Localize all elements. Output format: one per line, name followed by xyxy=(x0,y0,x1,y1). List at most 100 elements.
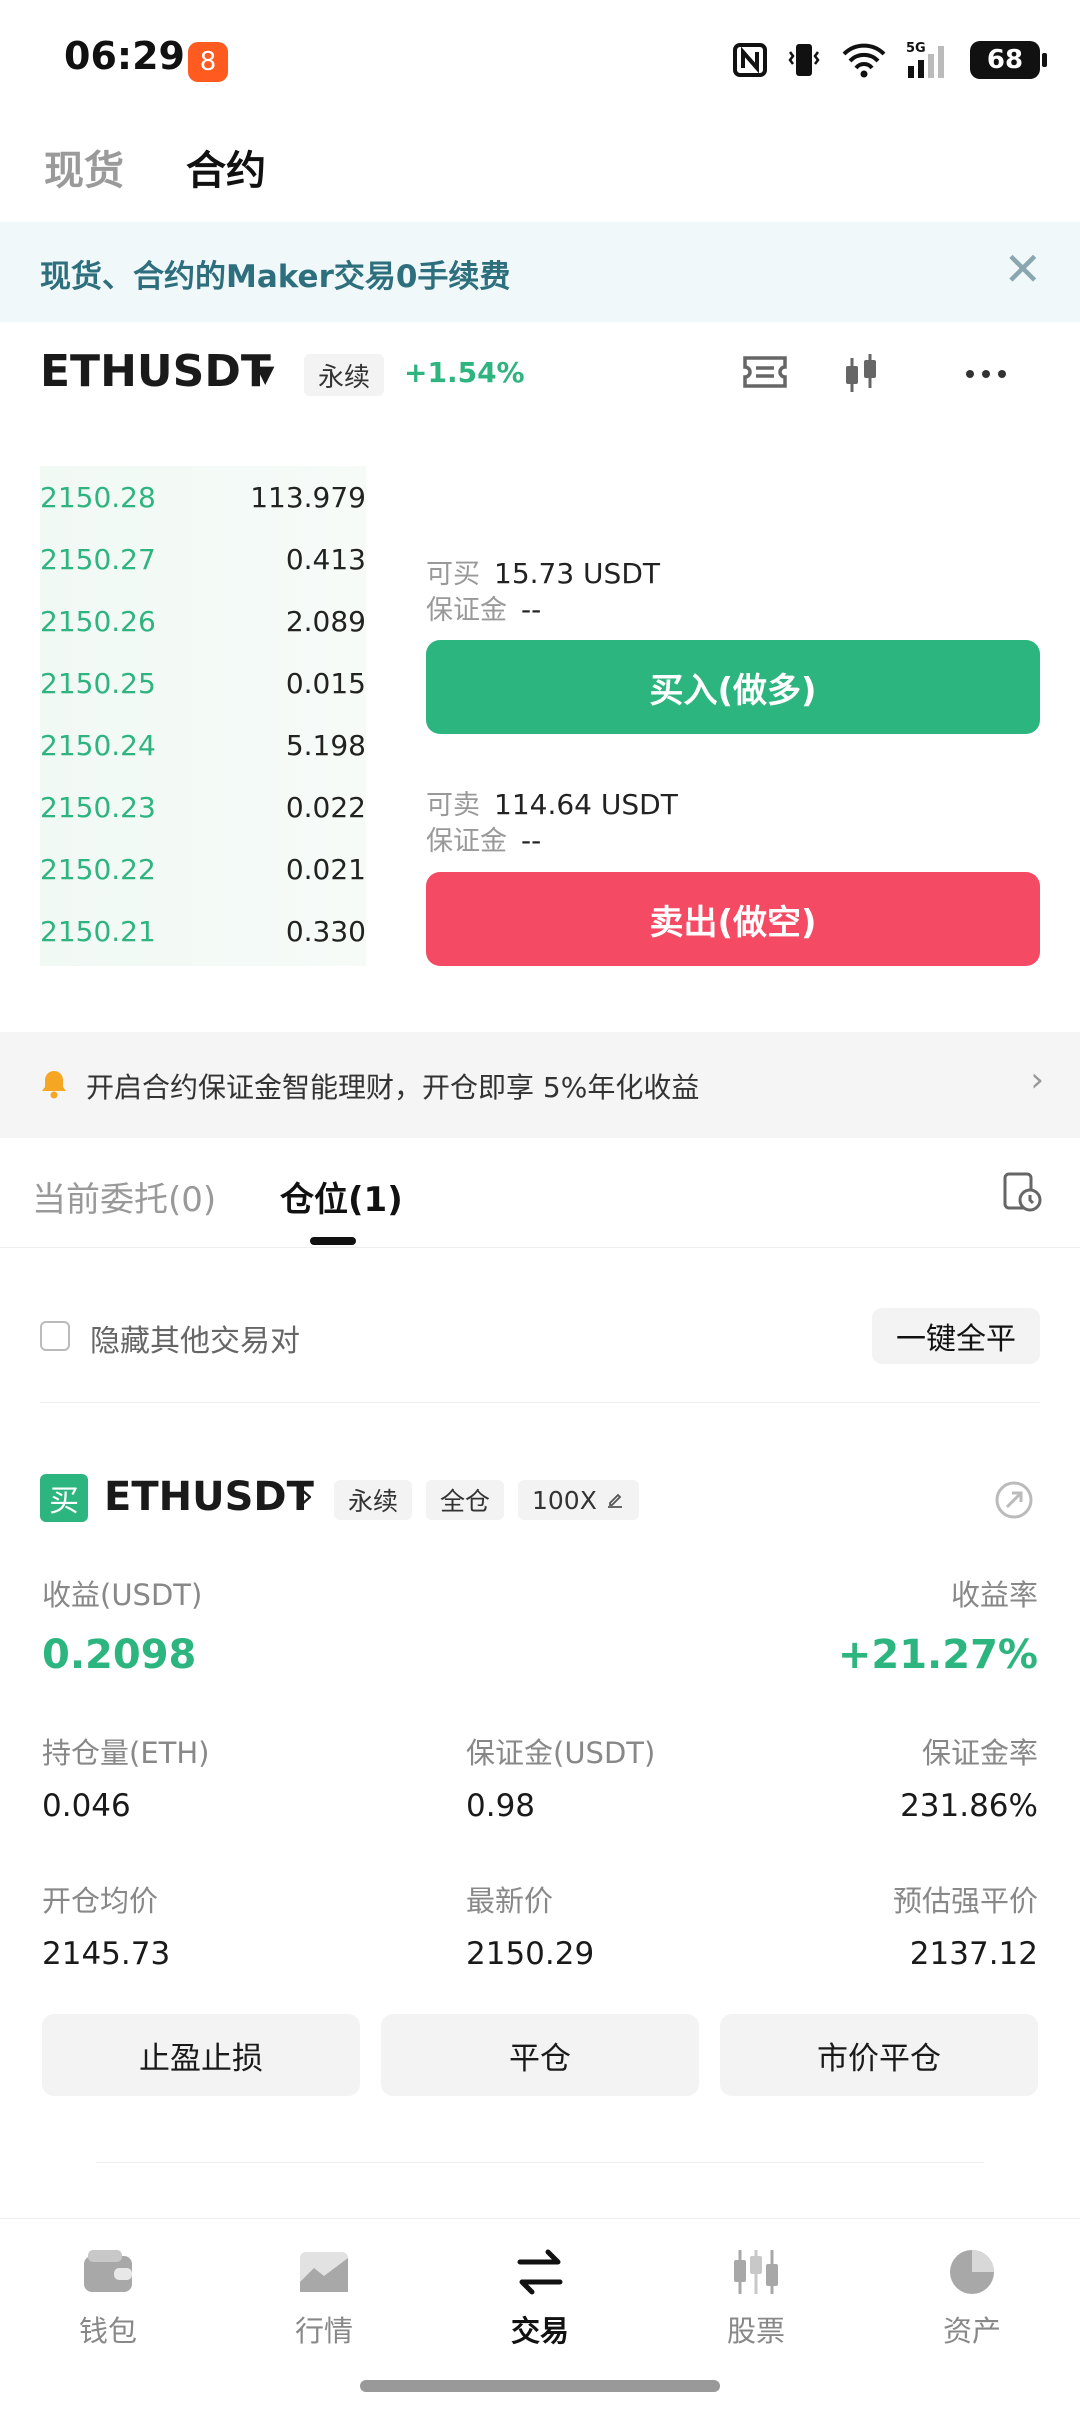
available-sell-value: 114.64 USDT xyxy=(494,788,678,821)
sell-short-button[interactable]: 卖出(做空) xyxy=(426,872,1040,966)
chevron-right-icon[interactable]: › xyxy=(1030,1060,1044,1100)
sell-margin-value: -- xyxy=(521,824,542,857)
roe-value: +21.27% xyxy=(837,1632,1038,1678)
margin-label: 保证金(USDT) xyxy=(466,1736,656,1770)
order-book-qty: 0.022 xyxy=(285,790,366,824)
order-book-row[interactable]: 2150.28 113.979 xyxy=(40,466,366,528)
buy-margin-value: -- xyxy=(521,593,542,626)
notice-text: 开启合约保证金智能理财，开仓即享 5%年化收益 xyxy=(86,1071,700,1104)
candlestick-icon[interactable] xyxy=(838,352,884,402)
order-book-qty: 0.330 xyxy=(285,914,366,948)
order-book-price: 2150.25 xyxy=(40,666,156,700)
nav-trade-label: 交易 xyxy=(510,2314,569,2348)
mark-price-value: 2150.29 xyxy=(466,1936,595,1972)
long-side-badge: 买 xyxy=(40,1474,88,1522)
available-sell-label: 可卖 xyxy=(426,790,480,821)
chevron-right-icon[interactable]: › xyxy=(300,1476,314,1516)
bell-icon xyxy=(38,1068,70,1104)
signal-icon: 5G xyxy=(906,41,944,78)
order-book-row[interactable]: 2150.27 0.413 xyxy=(40,528,366,590)
nav-assets[interactable]: 资产 xyxy=(864,2246,1080,2350)
edit-icon xyxy=(607,1493,622,1508)
order-book-row[interactable]: 2150.25 0.015 xyxy=(40,652,366,714)
order-history-icon[interactable] xyxy=(1000,1170,1044,1218)
order-book-qty: 0.021 xyxy=(285,852,366,886)
tab-open-orders[interactable]: 当前委托(0) xyxy=(32,1172,216,1221)
close-icon[interactable]: ✕ xyxy=(1003,246,1042,292)
order-book-row[interactable]: 2150.24 5.198 xyxy=(40,714,366,776)
nav-market-label: 行情 xyxy=(294,2314,353,2348)
margin-ratio-value: 231.86% xyxy=(900,1788,1038,1824)
available-sell: 可卖 114.64 USDT xyxy=(426,783,678,822)
order-book-price: 2150.27 xyxy=(40,542,156,576)
nav-assets-label: 资产 xyxy=(942,2314,1001,2348)
vibrate-icon xyxy=(788,44,820,76)
buy-margin: 保证金 -- xyxy=(426,588,541,627)
swap-arrows-icon xyxy=(517,2249,563,2295)
order-book-qty: 0.413 xyxy=(285,542,366,576)
tab-positions[interactable]: 仓位(1) xyxy=(280,1172,403,1221)
order-book-price: 2150.26 xyxy=(40,604,156,638)
wifi-icon xyxy=(842,43,886,78)
position-tag-perpetual: 永续 xyxy=(334,1480,413,1520)
pnl-label: 收益(USDT) xyxy=(42,1578,203,1612)
status-icons: 5G 68 xyxy=(732,40,1047,80)
position-pair[interactable]: ETHUSDT xyxy=(104,1474,314,1520)
close-all-button[interactable]: 一键全平 xyxy=(872,1308,1040,1364)
more-icon[interactable] xyxy=(964,356,1008,396)
nav-market[interactable]: 行情 xyxy=(216,2246,432,2350)
tab-futures[interactable]: 合约 xyxy=(186,138,266,196)
available-buy: 可买 15.73 USDT xyxy=(426,552,660,591)
order-book-qty: 2.089 xyxy=(285,604,366,638)
order-book-price: 2150.22 xyxy=(40,852,156,886)
divider xyxy=(0,1247,1080,1248)
position-tag-cross: 全仓 xyxy=(426,1480,505,1520)
sell-margin: 保证金 -- xyxy=(426,819,541,858)
margin-ratio-label: 保证金率 xyxy=(921,1736,1038,1770)
pair-selector[interactable]: ETHUSDT xyxy=(40,346,271,397)
battery-icon: 68 xyxy=(970,41,1047,79)
pnl-value: 0.2098 xyxy=(42,1632,197,1678)
nav-wallet[interactable]: 钱包 xyxy=(0,2246,216,2350)
order-book-row[interactable]: 2150.23 0.022 xyxy=(40,776,366,838)
market-close-button[interactable]: 市价平仓 xyxy=(720,2014,1038,2096)
available-buy-value: 15.73 USDT xyxy=(494,557,660,590)
share-icon[interactable] xyxy=(992,1478,1036,1526)
buy-long-button[interactable]: 买入(做多) xyxy=(426,640,1040,734)
order-book-qty: 113.979 xyxy=(250,480,366,514)
pie-chart-icon xyxy=(950,2250,994,2294)
order-book-row[interactable]: 2150.21 0.330 xyxy=(40,900,366,962)
order-book-row[interactable]: 2150.22 0.021 xyxy=(40,838,366,900)
order-book-price: 2150.23 xyxy=(40,790,156,824)
order-book-qty: 5.198 xyxy=(285,728,366,762)
status-time: 06:29 xyxy=(64,34,185,78)
market-chart-icon xyxy=(300,2252,348,2292)
nfc-icon xyxy=(733,43,767,77)
tp-sl-button[interactable]: 止盈止损 xyxy=(42,2014,360,2096)
stock-candles-icon xyxy=(734,2250,778,2294)
nav-stocks-label: 股票 xyxy=(726,2314,785,2348)
hide-other-pairs-label[interactable]: 隐藏其他交易对 xyxy=(90,1316,300,1360)
order-book-price: 2150.24 xyxy=(40,728,156,762)
hide-other-pairs-checkbox[interactable] xyxy=(40,1321,70,1351)
order-book-qty: 0.015 xyxy=(285,666,366,700)
leverage-tag[interactable]: 100X xyxy=(518,1480,639,1520)
home-indicator[interactable] xyxy=(360,2380,720,2392)
tab-spot[interactable]: 现货 xyxy=(44,138,124,196)
caret-down-icon[interactable]: ▼ xyxy=(256,360,274,388)
size-value: 0.046 xyxy=(42,1788,131,1824)
mark-price-label: 最新价 xyxy=(466,1884,554,1918)
close-position-button[interactable]: 平仓 xyxy=(381,2014,699,2096)
order-book-row[interactable]: 2150.26 2.089 xyxy=(40,590,366,652)
wallet-icon xyxy=(84,2250,132,2292)
ticket-icon[interactable] xyxy=(740,352,790,396)
tab-indicator xyxy=(310,1237,356,1245)
price-change: +1.54% xyxy=(404,356,525,389)
entry-price-value: 2145.73 xyxy=(42,1936,171,1972)
nav-stocks[interactable]: 股票 xyxy=(648,2246,864,2350)
order-book-price: 2150.28 xyxy=(40,480,156,514)
liq-price-label: 预估强平价 xyxy=(892,1884,1038,1918)
svg-text:5G: 5G xyxy=(906,41,926,56)
margin-value: 0.98 xyxy=(466,1788,536,1824)
nav-trade[interactable]: 交易 xyxy=(432,2246,648,2350)
